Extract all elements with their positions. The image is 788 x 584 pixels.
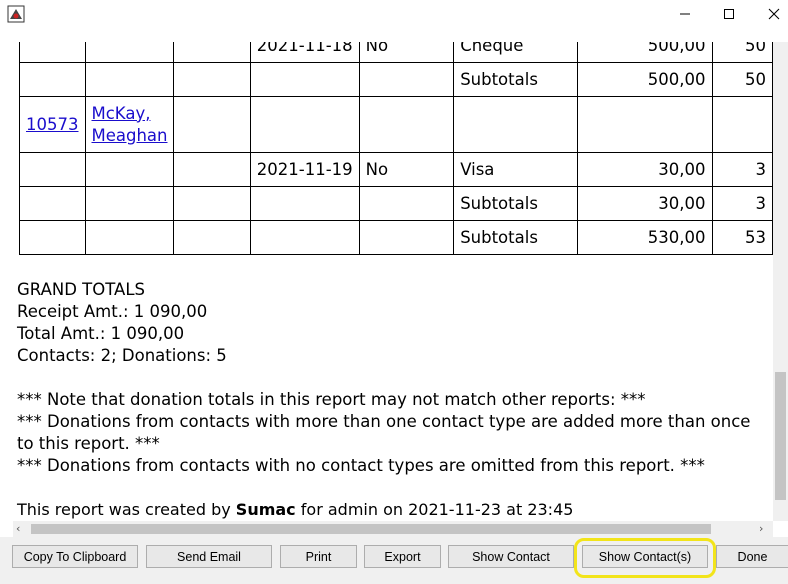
amount-cell: 500,00 xyxy=(577,42,713,63)
note-line: *** Donations from contacts with more th… xyxy=(17,412,751,453)
donation-table: 2021-11-18 No Cheque 500,00 50 Subtotals… xyxy=(19,42,773,255)
report-footer: This report was created by Sumac for adm… xyxy=(17,500,573,519)
minimize-icon[interactable] xyxy=(662,0,708,28)
amount-cell: 3 xyxy=(711,152,773,187)
footer-suffix: for admin on 2021-11-23 at 23:45 xyxy=(300,500,574,519)
contact-donation-counts: Contacts: 2; Donations: 5 xyxy=(17,346,227,365)
table-row: Subtotals 500,00 50 xyxy=(19,62,773,97)
footer-prefix: This report was created by xyxy=(17,500,231,519)
date-cell: 2021-11-18 xyxy=(249,42,360,63)
show-contacts-button[interactable]: Show Contact(s) xyxy=(582,545,708,568)
vertical-scroll-thumb[interactable] xyxy=(775,372,786,500)
table-row: Subtotals 530,00 53 xyxy=(19,220,773,255)
amount-cell: 3 xyxy=(711,186,773,221)
date-cell: 2021-11-19 xyxy=(249,152,360,187)
amount-cell: 530,00 xyxy=(577,220,713,255)
java-app-icon xyxy=(7,5,25,23)
copy-to-clipboard-button[interactable]: Copy To Clipboard xyxy=(12,545,138,568)
total-amount: Total Amt.: 1 090,00 xyxy=(17,324,185,343)
send-email-button[interactable]: Send Email xyxy=(146,545,272,568)
note-line: *** Note that donation totals in this re… xyxy=(17,390,646,409)
method-cell: Cheque xyxy=(453,42,579,63)
contact-name-link[interactable]: McKay, Meaghan xyxy=(92,104,168,145)
table-row: Subtotals 30,00 3 xyxy=(19,186,773,221)
subtotal-label: Subtotals xyxy=(453,62,579,97)
export-button[interactable]: Export xyxy=(364,545,441,568)
contact-id-link[interactable]: 10573 xyxy=(26,115,79,134)
amount-cell: 30,00 xyxy=(577,152,713,187)
note-line: *** Donations from contacts with no cont… xyxy=(17,456,705,475)
subtotal-label: Subtotals xyxy=(453,220,579,255)
subtotal-label: Subtotals xyxy=(453,186,579,221)
done-button[interactable]: Done xyxy=(716,545,788,568)
grand-totals-heading: GRAND TOTALS xyxy=(17,280,145,299)
flag-cell: No xyxy=(358,152,455,187)
flag-cell: No xyxy=(358,42,455,63)
title-bar xyxy=(0,0,788,28)
show-contact-button[interactable]: Show Contact xyxy=(448,545,574,568)
table-row: 10573 McKay, Meaghan xyxy=(19,96,773,153)
report-viewport: 2021-11-18 No Cheque 500,00 50 Subtotals… xyxy=(13,42,773,521)
close-icon[interactable] xyxy=(751,0,788,28)
report-notes: *** Note that donation totals in this re… xyxy=(17,389,769,477)
amount-cell: 53 xyxy=(711,220,773,255)
horizontal-scroll-thumb[interactable] xyxy=(31,524,711,534)
print-button[interactable]: Print xyxy=(280,545,357,568)
amount-cell: 50 xyxy=(711,42,773,63)
receipt-amount: Receipt Amt.: 1 090,00 xyxy=(17,302,208,321)
scroll-right-icon[interactable]: › xyxy=(759,521,763,537)
table-row: 2021-11-19 No Visa 30,00 3 xyxy=(19,152,773,187)
amount-cell: 50 xyxy=(711,62,773,97)
table-row: 2021-11-18 No Cheque 500,00 50 xyxy=(19,42,773,63)
scroll-left-icon[interactable]: ‹ xyxy=(16,521,20,537)
vertical-scrollbar[interactable] xyxy=(773,42,788,521)
maximize-icon[interactable] xyxy=(706,0,752,28)
method-cell: Visa xyxy=(453,152,579,187)
footer-app-name: Sumac xyxy=(235,500,296,519)
amount-cell: 500,00 xyxy=(577,62,713,97)
horizontal-scrollbar[interactable]: ‹ › xyxy=(13,521,773,537)
amount-cell: 30,00 xyxy=(577,186,713,221)
grand-totals-block: GRAND TOTALS Receipt Amt.: 1 090,00 Tota… xyxy=(17,279,227,367)
